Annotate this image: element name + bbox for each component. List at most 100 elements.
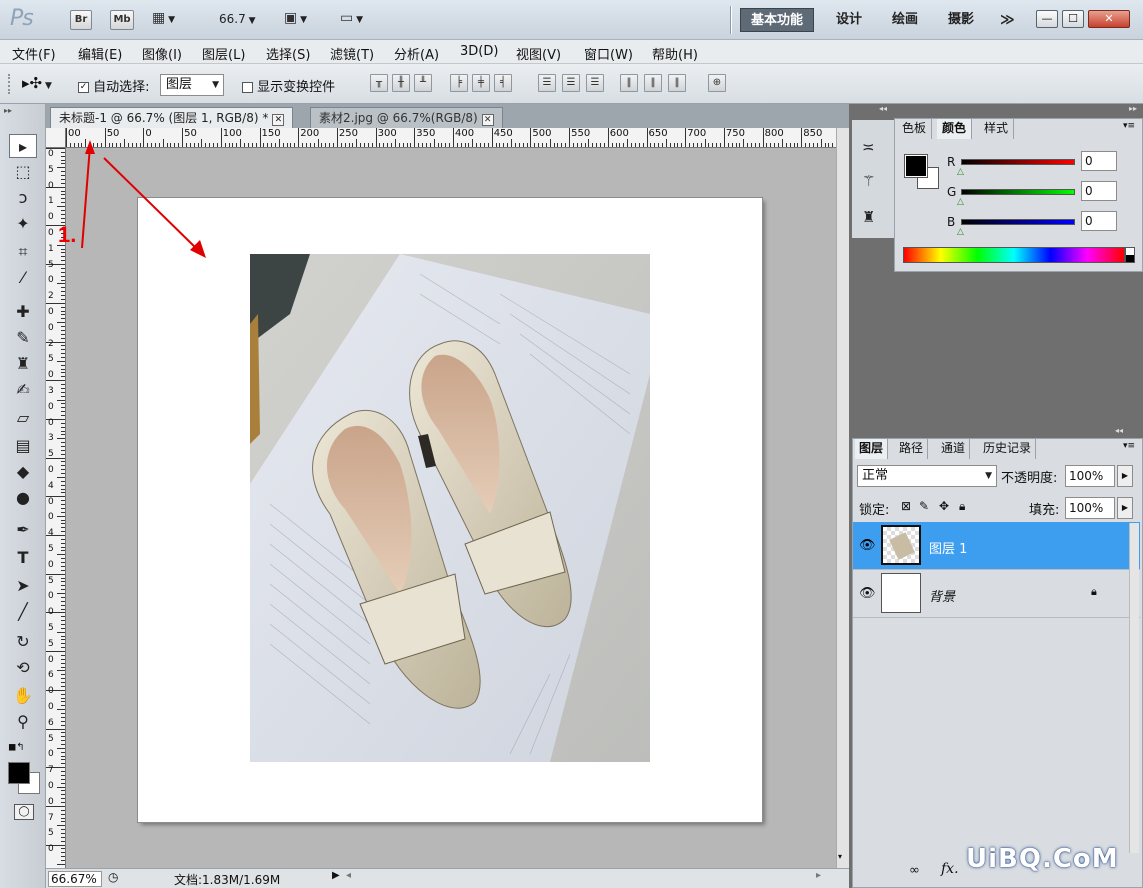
zoom-tool-icon[interactable]: ⚲ [9, 710, 37, 734]
tab-swatches[interactable]: 色板 [897, 119, 933, 139]
horizontal-ruler[interactable]: 00 50 0 50 100 150 200 250 300 350 400 450 500 550 600… [66, 128, 836, 148]
close-icon[interactable]: ✕ [272, 114, 285, 126]
menu-filter[interactable]: 滤镜(T) [330, 44, 374, 63]
adjustments-icon[interactable]: ≍ [862, 138, 875, 156]
slider-handle-icon[interactable]: △ [957, 167, 964, 177]
align-right-icon[interactable]: ╡ [494, 74, 512, 92]
slider-handle-icon[interactable]: △ [957, 197, 964, 207]
scroll-down-icon[interactable]: ▾ [838, 852, 842, 861]
menu-help[interactable]: 帮助(H) [652, 44, 698, 63]
channel-b-slider[interactable] [961, 219, 1075, 225]
scroll-right-icon[interactable]: ▸ [816, 870, 821, 881]
minibridge-button[interactable]: Mb [110, 10, 134, 30]
status-info-icon[interactable]: ◷ [108, 870, 118, 884]
status-menu-arrow-icon[interactable]: ▶ [332, 870, 340, 881]
history-brush-tool-icon[interactable]: ✍ [9, 378, 37, 402]
align-left-icon[interactable]: ╞ [450, 74, 468, 92]
minimize-button[interactable]: — [1036, 10, 1058, 28]
more-workspaces-button[interactable]: ≫ [990, 8, 1025, 32]
ruler-origin[interactable] [46, 128, 66, 148]
channels-icon[interactable]: ⚚ [862, 172, 875, 190]
align-horizontal-center-icon[interactable]: ╪ [472, 74, 490, 92]
slider-handle-icon[interactable]: △ [957, 227, 964, 237]
scroll-left-icon[interactable]: ◂ [346, 870, 351, 881]
type-tool-icon[interactable]: T [9, 546, 37, 570]
link-layers-icon[interactable]: ∞ [909, 863, 920, 878]
lock-position-icon[interactable]: ✥ [939, 499, 949, 513]
vertical-ruler[interactable]: 0 5 0 1 0 0 1 5 0 2 0 0 2 5 0 3 0 0 3 5 0 4 0 0 4 5 0 5 0 0 5 5 0 6 0 0 6 5 0 7… [46, 148, 66, 868]
menu-select[interactable]: 选择(S) [266, 44, 310, 63]
opacity-slider-arrow-icon[interactable]: ▶ [1117, 465, 1133, 487]
show-transform-checkbox[interactable] [242, 82, 253, 93]
dodge-tool-icon[interactable]: ● [9, 486, 37, 510]
menu-layer[interactable]: 图层(L) [202, 44, 245, 63]
path-selection-tool-icon[interactable]: ➤ [9, 574, 37, 598]
channel-r-value[interactable]: 0 [1081, 151, 1117, 171]
layer-name[interactable]: 图层 1 [929, 538, 967, 557]
lasso-tool-icon[interactable]: ↄ [9, 186, 37, 210]
fill-slider-arrow-icon[interactable]: ▶ [1117, 497, 1133, 519]
channel-b-value[interactable]: 0 [1081, 211, 1117, 231]
close-icon[interactable]: ✕ [481, 114, 494, 126]
distribute-bottom-icon[interactable]: ☰ [586, 74, 604, 92]
quick-mask-icon[interactable]: ◯ [14, 804, 34, 820]
color-foreground-swatch[interactable] [905, 155, 927, 177]
lock-transparent-icon[interactable]: ⊠ [901, 499, 911, 513]
tab-material-2[interactable]: 素材2.jpg @ 66.7%(RGB/8) ✕ [310, 107, 503, 128]
zoom-field[interactable]: 66.67% [48, 871, 102, 887]
layer-row-background[interactable]: 👁︎ 背景 🔒︎ [853, 570, 1140, 618]
distribute-vcenter-icon[interactable]: ☰ [562, 74, 580, 92]
auto-select-target-select[interactable]: 图层 ▼ [160, 74, 224, 96]
visibility-eye-icon[interactable]: 👁︎ [859, 538, 876, 553]
move-tool-icon[interactable]: ▸ [9, 134, 37, 158]
layer-style-fx-icon[interactable]: fx. [941, 861, 959, 877]
tab-history[interactable]: 历史记录 [979, 439, 1037, 459]
channel-g-value[interactable]: 0 [1081, 181, 1117, 201]
zoom-level-select[interactable]: 66.7 ▼ [219, 12, 256, 26]
workspace-essentials-button[interactable]: 基本功能 [740, 8, 815, 32]
collapse-toolbox-icon[interactable]: ▸▸ [4, 106, 12, 115]
collapse-layers-icon[interactable]: ◂◂ [1115, 426, 1123, 435]
channel-g-slider[interactable] [961, 189, 1075, 195]
workspace-painting-button[interactable]: 绘画 [882, 8, 928, 32]
layer-row-layer-1[interactable]: 👁︎ 图层 1 [853, 522, 1140, 570]
tab-styles[interactable]: 样式 [979, 119, 1015, 139]
default-colors-icon[interactable]: ◼↰ [8, 742, 25, 753]
bridge-button[interactable]: Br [70, 10, 92, 30]
collapse-dock-icon[interactable]: ◂◂ [879, 104, 887, 113]
arrange-documents-button[interactable]: ▣ ▼ [284, 10, 307, 30]
workspace-photography-button[interactable]: 摄影 [938, 8, 984, 32]
show-transform-option[interactable]: 显示变换控件 [242, 76, 335, 95]
clone-source-icon[interactable]: ♜ [862, 208, 875, 226]
close-button[interactable]: ✕ [1088, 10, 1130, 28]
workspace-design-button[interactable]: 设计 [826, 8, 872, 32]
align-bottom-icon[interactable]: ╨ [414, 74, 432, 92]
menu-image[interactable]: 图像(I) [142, 44, 182, 63]
channel-r-slider[interactable] [961, 159, 1075, 165]
tab-untitled-1[interactable]: 未标题-1 @ 66.7% (图层 1, RGB/8) * ✕ [50, 107, 294, 128]
blur-tool-icon[interactable]: ◆ [9, 460, 37, 484]
menu-window[interactable]: 窗口(W) [584, 44, 633, 63]
healing-brush-tool-icon[interactable]: ✚ [9, 300, 37, 324]
crop-tool-icon[interactable]: ⌗ [9, 240, 37, 264]
tab-paths[interactable]: 路径 [895, 439, 929, 459]
quick-select-tool-icon[interactable]: ✦ [9, 212, 37, 236]
distribute-left-icon[interactable]: ‖ [620, 74, 638, 92]
tab-color[interactable]: 颜色 [937, 119, 973, 139]
blend-mode-select[interactable]: 正常 ▼ [857, 465, 997, 487]
align-top-icon[interactable]: ╥ [370, 74, 388, 92]
lock-image-icon[interactable]: ✎ [919, 499, 929, 513]
layers-scrollbar[interactable] [1129, 523, 1139, 853]
hand-tool-icon[interactable]: ✋ [9, 684, 37, 708]
menu-file[interactable]: 文件(F) [12, 44, 56, 63]
auto-select-option[interactable]: ✓ 自动选择: [78, 76, 150, 95]
3d-rotate-tool-icon[interactable]: ↻ [9, 630, 37, 654]
extras-menu-button[interactable]: ▦ ▼ [152, 10, 175, 30]
fill-field[interactable]: 100% [1065, 497, 1115, 519]
menu-view[interactable]: 视图(V) [516, 44, 561, 63]
move-tool-preset[interactable]: ▸✣ ▼ [22, 74, 52, 92]
tab-channels[interactable]: 通道 [937, 439, 971, 459]
foreground-color-swatch[interactable] [8, 762, 30, 784]
auto-align-layers-icon[interactable]: ⊕ [708, 74, 726, 92]
gradient-tool-icon[interactable]: ▤ [9, 434, 37, 458]
